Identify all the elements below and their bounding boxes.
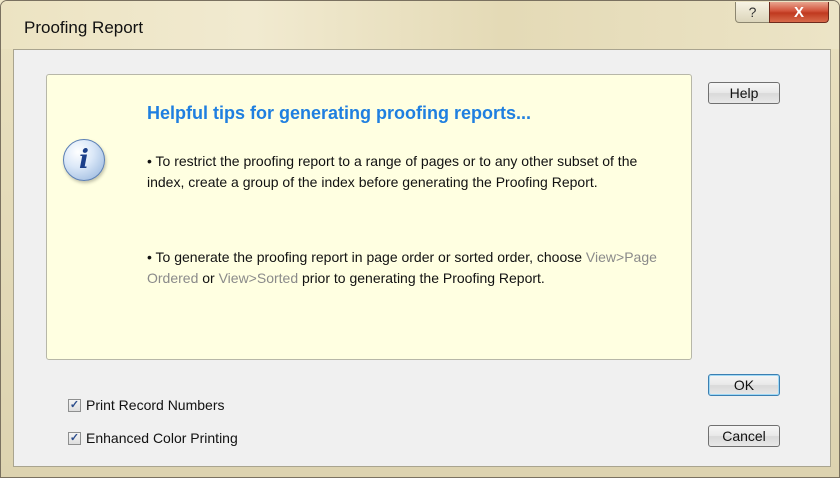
tip-group-restriction: • To restrict the proofing report to a r… — [147, 153, 638, 190]
tips-panel: i Helpful tips for generating proofing r… — [46, 74, 692, 360]
checkmark-icon: ✓ — [69, 398, 80, 411]
enhanced-color-printing-checkbox[interactable]: ✓ — [68, 431, 81, 445]
tip-sort-order: • To generate the proofing report in pag… — [147, 247, 667, 289]
title-help-button[interactable]: ? — [735, 2, 770, 23]
menu-ref-sorted: View>Sorted — [218, 270, 299, 286]
close-icon: X — [793, 3, 804, 21]
title-bar[interactable]: Proofing Report ? X — [1, 1, 839, 49]
ok-button[interactable]: OK — [708, 374, 780, 396]
enhanced-color-printing-label: Enhanced Color Printing — [86, 430, 238, 446]
cancel-button[interactable]: Cancel — [708, 425, 780, 447]
print-record-numbers-checkbox[interactable]: ✓ — [68, 398, 81, 412]
information-icon-glyph: i — [79, 145, 89, 175]
help-button[interactable]: Help — [708, 82, 780, 104]
checkmark-icon: ✓ — [69, 431, 80, 444]
question-mark-icon: ? — [748, 4, 757, 20]
tip-sort-order-text-1: • To generate the proofing report in pag… — [147, 249, 586, 265]
tips-heading: Helpful tips for generating proofing rep… — [147, 103, 532, 123]
dialog-body: i Helpful tips for generating proofing r… — [13, 49, 831, 467]
enhanced-color-printing-option[interactable]: ✓ Enhanced Color Printing — [68, 430, 238, 446]
information-icon: i — [63, 139, 105, 181]
window-title: Proofing Report — [24, 18, 144, 37]
print-record-numbers-option[interactable]: ✓ Print Record Numbers — [68, 397, 225, 413]
proofing-report-dialog: Proofing Report ? X i Helpful tips for g… — [0, 0, 840, 478]
tip-sort-order-text-2: or — [198, 270, 219, 286]
print-record-numbers-label: Print Record Numbers — [86, 397, 225, 413]
close-button[interactable]: X — [769, 2, 829, 23]
tip-sort-order-text-3: prior to generating the Proofing Report. — [298, 270, 545, 286]
